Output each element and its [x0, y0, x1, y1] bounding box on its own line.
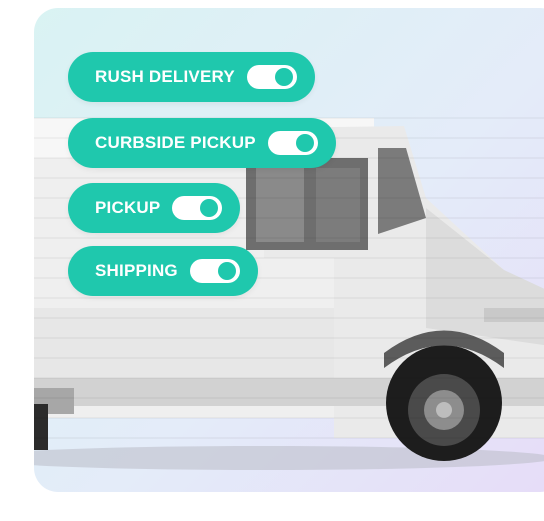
feature-card: RUSH DELIVERY CURBSIDE PICKUP PICKUP SHI… — [34, 8, 544, 492]
option-label: RUSH DELIVERY — [95, 67, 235, 86]
option-pickup[interactable]: PICKUP — [68, 183, 241, 233]
toggle-knob — [200, 199, 219, 217]
option-label: CURBSIDE PICKUP — [95, 133, 256, 152]
option-curbside-pickup[interactable]: CURBSIDE PICKUP — [68, 118, 336, 168]
pickup-toggle[interactable] — [172, 196, 223, 220]
option-label: SHIPPING — [95, 261, 178, 280]
toggle-knob — [274, 68, 293, 86]
rush-delivery-toggle[interactable] — [246, 65, 297, 89]
toggle-knob — [295, 134, 314, 152]
shipping-toggle[interactable] — [189, 259, 240, 283]
toggle-knob — [217, 262, 236, 280]
option-shipping[interactable]: SHIPPING — [68, 246, 258, 296]
option-label: PICKUP — [95, 198, 161, 217]
curbside-pickup-toggle[interactable] — [267, 131, 318, 155]
option-rush-delivery[interactable]: RUSH DELIVERY — [68, 52, 315, 102]
